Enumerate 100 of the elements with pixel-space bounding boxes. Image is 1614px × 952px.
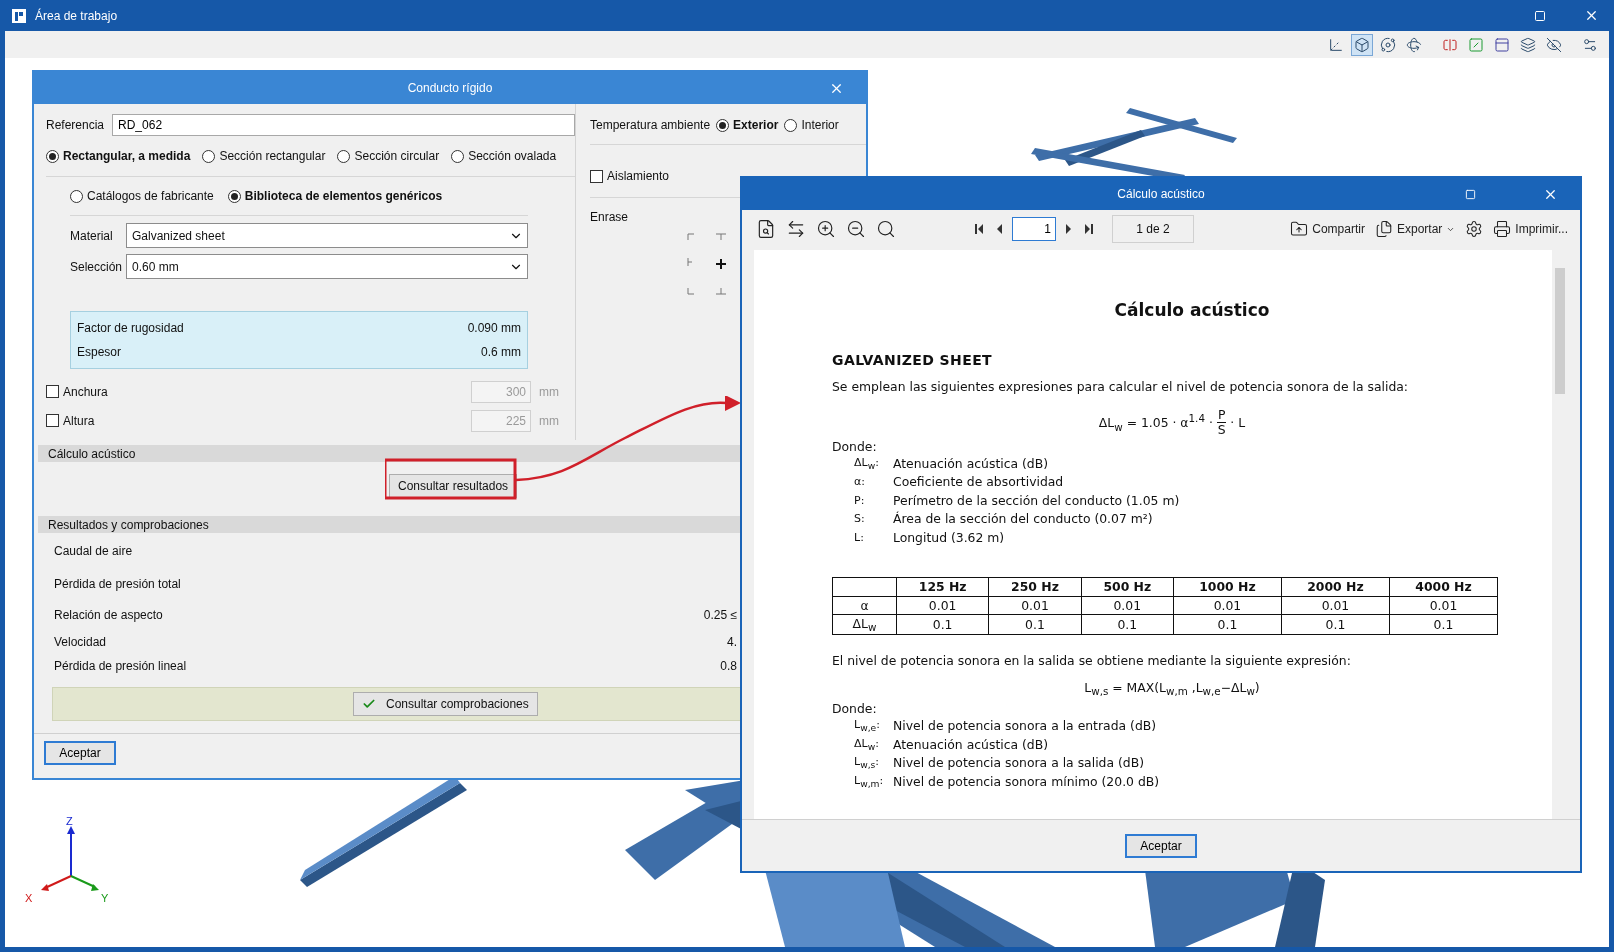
axis-label: X <box>25 892 33 904</box>
definition: Nivel de potencia sonora a la entrada (dB) <box>893 718 1157 734</box>
radio-option[interactable]: Sección ovalada <box>451 149 557 163</box>
zoom-in-icon <box>816 219 836 239</box>
radio[interactable] <box>716 118 730 132</box>
x-axis-arrow <box>41 875 72 891</box>
close-icon[interactable] <box>1584 8 1599 23</box>
radio[interactable] <box>451 149 465 163</box>
radio[interactable] <box>337 149 351 163</box>
folder-up-icon <box>1290 220 1309 238</box>
radio[interactable] <box>784 118 798 132</box>
result-label: Pérdida de presión total <box>54 577 181 591</box>
symbol: L: <box>854 530 865 544</box>
symbol: L$_{w,e}$: <box>854 718 881 734</box>
radio-option[interactable]: Catálogos de fabricante <box>70 189 214 203</box>
result-label: Caudal de aire <box>54 544 133 558</box>
files-icon <box>1374 220 1393 238</box>
result-value: 0.8 <box>720 659 737 673</box>
radio-option[interactable]: Rectangular, a medida <box>46 149 191 163</box>
table-header <box>832 577 897 596</box>
property-label: Factor de rugosidad <box>77 321 184 335</box>
cube-icon <box>1354 36 1370 53</box>
table-cell: ΔL$_{w}$ <box>832 614 897 635</box>
result-label: Relación de aspecto <box>54 608 163 622</box>
file-search-icon <box>756 219 776 239</box>
maximize-icon <box>1464 188 1476 200</box>
symbol: P: <box>854 493 866 507</box>
split-square-icon <box>1442 36 1458 53</box>
field-label: Material <box>70 228 114 243</box>
table-cell: 0.01 <box>1281 596 1390 614</box>
formula: L$_{w,s}$ = MAX(L$_{w,m}$ ,L$_{w,e}$−ΔL$_{w}$) <box>1084 679 1260 698</box>
radio-option[interactable]: Exterior <box>716 118 779 132</box>
dialog-title: Conducto rígido <box>407 81 493 95</box>
radio-option[interactable]: Sección rectangular <box>202 149 326 163</box>
rotate-icon <box>1406 36 1422 53</box>
table-cell: 0.01 <box>896 596 989 614</box>
reference-field[interactable]: RD_062 <box>112 114 575 136</box>
paragraph: El nivel de potencia sonora en la salida se obtiene mediante la siguiente expresión: <box>832 652 1352 668</box>
property-value: 0.6 mm <box>481 345 521 359</box>
export-button[interactable]: Exportar <box>1372 220 1458 238</box>
definition: Coeficiente de absortividad <box>893 474 1064 490</box>
checkbox[interactable] <box>590 169 603 183</box>
app-logo-icon <box>11 7 27 24</box>
table-header: 250 Hz <box>988 577 1082 596</box>
radio-option[interactable]: Interior <box>784 118 839 132</box>
formula-text: ΔL$_{w}$ = 1.05 · α$^{1.4}$ · <box>1098 412 1213 433</box>
symbol: ΔL$_{w}$: <box>854 736 880 752</box>
check-icon <box>362 697 376 711</box>
table-header: 500 Hz <box>1081 577 1174 596</box>
axis-label: Y <box>101 892 109 904</box>
scroll-thumb[interactable] <box>1555 268 1565 394</box>
radio-option[interactable]: Sección circular <box>337 149 440 163</box>
document-title: Cálculo acústico <box>1113 300 1271 320</box>
layers-icon <box>1520 36 1536 53</box>
table-cell: 0.01 <box>1081 596 1174 614</box>
property-label: Espesor <box>77 345 122 359</box>
first-page-button[interactable] <box>972 223 986 235</box>
last-page-icon <box>1084 223 1094 235</box>
unit-label: mm <box>539 384 559 399</box>
table-cell: 0.01 <box>988 596 1082 614</box>
radio[interactable] <box>227 189 241 203</box>
share-button[interactable]: Compartir <box>1288 220 1367 238</box>
diagonal-square-icon <box>1468 36 1484 53</box>
table-cell: 0.1 <box>1281 614 1390 635</box>
table-cell: 0.01 <box>1173 596 1282 614</box>
definition: Perímetro de la sección del conducto (1.05 m) <box>893 492 1180 508</box>
axes-icon <box>1328 36 1344 53</box>
checks-button[interactable]: Consultar comprobaciones <box>353 692 538 716</box>
radio[interactable] <box>202 149 216 163</box>
symbol: L$_{w,m}$: <box>854 773 885 789</box>
property-value: 0.090 mm <box>467 321 521 335</box>
table-cell: 0.1 <box>988 614 1082 635</box>
dialog-title: Cálculo acústico <box>1117 187 1205 201</box>
unit-label: mm <box>539 413 559 428</box>
dropdown[interactable]: Galvanized sheet <box>126 223 528 248</box>
result-value: 4. <box>727 635 737 649</box>
page-field[interactable]: 1 <box>1012 217 1056 241</box>
hidden-eye-icon <box>1546 36 1562 53</box>
search-icon <box>876 219 896 239</box>
last-page-button[interactable] <box>1082 223 1096 235</box>
maximize-icon[interactable] <box>1534 9 1546 22</box>
print-button[interactable]: Imprimir... <box>1491 220 1570 238</box>
radio[interactable] <box>46 149 59 163</box>
result-label: Velocidad <box>54 635 107 649</box>
field-label: Referencia <box>46 118 105 132</box>
window-title: Área de trabajo <box>35 8 119 23</box>
checkbox-option[interactable]: Aislamiento <box>590 169 670 183</box>
table-cell: 0.1 <box>1173 614 1282 635</box>
toolbar-button[interactable] <box>1351 33 1373 56</box>
fraction: P S <box>1216 408 1227 437</box>
accept-button[interactable]: Aceptar <box>1125 833 1197 858</box>
dropdown[interactable]: 0.60 mm <box>126 254 528 279</box>
radio-option[interactable]: Biblioteca de elementos genéricos <box>227 189 443 203</box>
accept-button[interactable]: Aceptar <box>44 741 116 765</box>
result-value: 0.25 ≤ <box>703 608 737 622</box>
definition: Atenuación acústica (dB) <box>893 455 1049 471</box>
y-axis-arrow <box>70 875 99 891</box>
radio[interactable] <box>70 189 83 203</box>
definition: Nivel de potencia sonora a la salida (dB) <box>893 755 1144 771</box>
table-header: 4000 Hz <box>1389 577 1498 596</box>
